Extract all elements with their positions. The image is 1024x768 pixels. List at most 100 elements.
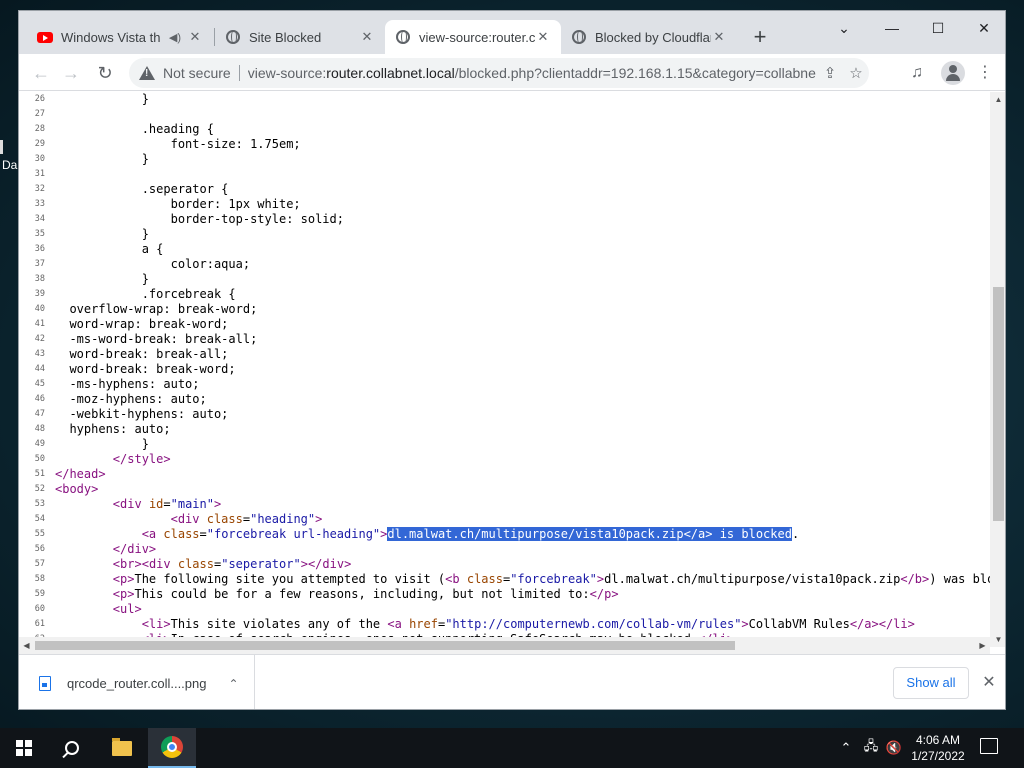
line-number: 58 xyxy=(34,574,45,584)
line-code: } xyxy=(55,152,149,166)
source-line: 28 .heading { xyxy=(19,122,990,137)
url-text[interactable]: view-source:router.collabnet.local/block… xyxy=(248,65,817,81)
browser-window: Windows Vista th ◀) ✕ Site Blocked ✕ vie… xyxy=(18,10,1006,710)
source-line: 59 <p>This could be for a few reasons, i… xyxy=(19,587,990,602)
search-button[interactable] xyxy=(48,728,96,768)
start-button[interactable] xyxy=(0,728,48,768)
source-line: 60 <ul> xyxy=(19,602,990,617)
source-line: 30 } xyxy=(19,152,990,167)
tab-youtube[interactable]: Windows Vista th ◀) ✕ xyxy=(27,20,213,54)
share-icon[interactable]: ⇪ xyxy=(817,64,843,82)
source-line: 42 -ms-word-break: break-all; xyxy=(19,332,990,347)
line-number: 59 xyxy=(34,589,45,599)
line-number: 38 xyxy=(34,274,45,284)
profile-avatar[interactable] xyxy=(941,61,965,85)
source-line: 32 .seperator { xyxy=(19,182,990,197)
reload-button[interactable]: ↻ xyxy=(91,59,119,87)
line-code: .forcebreak { xyxy=(55,287,236,301)
line-number: 49 xyxy=(34,439,45,449)
line-code: } xyxy=(55,227,149,241)
file-explorer-button[interactable] xyxy=(98,728,146,768)
line-code: } xyxy=(55,92,149,106)
tab-cloudflare[interactable]: Blocked by Cloudflar ✕ xyxy=(561,20,737,54)
tab-site-blocked[interactable]: Site Blocked ✕ xyxy=(215,20,385,54)
notification-center-icon[interactable] xyxy=(980,738,998,754)
line-number: 37 xyxy=(34,259,45,269)
system-clock[interactable]: 4:06 AM 1/27/2022 xyxy=(906,732,970,764)
line-number: 30 xyxy=(34,154,45,164)
bookmark-star-icon[interactable]: ☆ xyxy=(843,64,869,82)
reload-icon: ↻ xyxy=(97,63,113,83)
search-icon xyxy=(65,741,79,755)
close-tab-icon[interactable]: ✕ xyxy=(711,29,727,45)
address-bar[interactable]: Not secure view-source:router.collabnet.… xyxy=(129,58,869,88)
globe-icon xyxy=(395,29,411,45)
line-code: font-size: 1.75em; xyxy=(55,137,301,151)
media-control-icon[interactable]: ♫ xyxy=(903,59,931,87)
download-item[interactable]: qrcode_router.coll....png ⌃ xyxy=(19,655,255,709)
url-host: router.collabnet.local xyxy=(326,65,455,81)
maximize-button[interactable]: ☐ xyxy=(915,13,961,43)
close-tab-icon[interactable]: ✕ xyxy=(359,29,375,45)
source-line: 41 word-wrap: break-word; xyxy=(19,317,990,332)
chrome-icon xyxy=(161,736,183,758)
chevron-up-icon[interactable]: ⌃ xyxy=(228,677,238,691)
taskbar: ⌃ 🖧 🔇 4:06 AM 1/27/2022 xyxy=(0,728,1024,768)
source-line: 56 </div> xyxy=(19,542,990,557)
page-source-view[interactable]: 26 } 27 28 .heading {29 font-size: 1.75em;… xyxy=(19,92,990,637)
source-line: 50 </style> xyxy=(19,452,990,467)
source-line: 44 word-break: break-word; xyxy=(19,362,990,377)
line-number: 26 xyxy=(34,94,45,104)
source-line: 53 <div id="main"> xyxy=(19,497,990,512)
close-tab-icon[interactable]: ✕ xyxy=(187,29,203,45)
forward-button[interactable]: → xyxy=(57,59,85,87)
line-code: color:aqua; xyxy=(55,257,251,271)
warning-icon[interactable] xyxy=(139,66,155,80)
tab-search-button[interactable]: ⌄ xyxy=(821,13,867,43)
close-download-bar-icon[interactable]: ✕ xyxy=(977,669,1001,697)
scroll-up-arrow-icon[interactable]: ▲ xyxy=(990,92,1005,107)
minimize-button[interactable]: — xyxy=(869,13,915,43)
line-number: 45 xyxy=(34,379,45,389)
speaker-icon[interactable]: ◀) xyxy=(169,31,181,44)
volume-muted-icon[interactable]: 🔇 xyxy=(884,728,904,768)
globe-icon xyxy=(225,29,241,45)
chrome-taskbar-button[interactable] xyxy=(148,728,196,768)
new-tab-button[interactable]: + xyxy=(747,25,773,51)
close-window-button[interactable]: ✕ xyxy=(961,13,1005,43)
source-line: 46 -moz-hyphens: auto; xyxy=(19,392,990,407)
scroll-left-arrow-icon[interactable]: ◀ xyxy=(19,637,34,654)
vertical-scroll-thumb[interactable] xyxy=(993,287,1004,521)
horizontal-scrollbar[interactable]: ◀ ▶ xyxy=(19,637,990,654)
line-number: 42 xyxy=(34,334,45,344)
close-tab-icon[interactable]: ✕ xyxy=(535,29,551,45)
source-line: 36 a { xyxy=(19,242,990,257)
line-code: .heading { xyxy=(55,122,214,136)
browser-toolbar: ← → ↻ Not secure view-source:router.coll… xyxy=(19,54,1005,91)
tab-title: Blocked by Cloudflar xyxy=(595,29,711,45)
network-icon[interactable]: 🖧 xyxy=(860,728,882,768)
line-number: 52 xyxy=(34,484,45,494)
vertical-scrollbar[interactable]: ▲ ▼ xyxy=(990,92,1005,647)
tab-strip: Windows Vista th ◀) ✕ Site Blocked ✕ vie… xyxy=(19,11,1005,54)
source-line: 61 <li>This site violates any of the <a … xyxy=(19,617,990,632)
source-line: 52 <body> xyxy=(19,482,990,497)
line-code: </div> xyxy=(112,542,157,556)
line-number: 29 xyxy=(34,139,45,149)
tray-chevron-up-icon[interactable]: ⌃ xyxy=(836,728,856,768)
scroll-right-arrow-icon[interactable]: ▶ xyxy=(975,637,990,654)
arrow-left-icon: ← xyxy=(32,63,50,83)
line-number: 31 xyxy=(34,169,45,179)
desktop-icon-fragment[interactable] xyxy=(0,140,3,154)
not-secure-label[interactable]: Not secure xyxy=(163,65,231,81)
show-all-button[interactable]: Show all xyxy=(893,667,969,699)
line-code: </style> xyxy=(112,452,171,466)
horizontal-scroll-thumb[interactable] xyxy=(35,641,735,650)
source-line: 39 .forcebreak { xyxy=(19,287,990,302)
line-number: 35 xyxy=(34,229,45,239)
scroll-down-arrow-icon[interactable]: ▼ xyxy=(990,632,1005,647)
line-number: 33 xyxy=(34,199,45,209)
back-button[interactable]: ← xyxy=(27,59,55,87)
tab-view-source[interactable]: view-source:router.co ✕ xyxy=(385,20,561,54)
menu-kebab-icon[interactable]: ⋮ xyxy=(971,59,999,87)
